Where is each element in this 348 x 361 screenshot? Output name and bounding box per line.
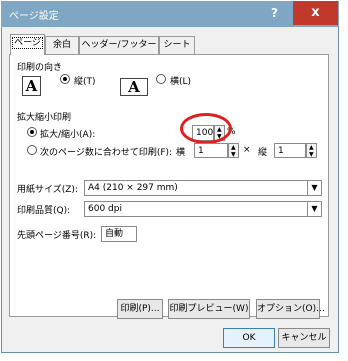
pages-tall-label: 縦	[258, 148, 268, 158]
print-quality-value: 600 dpi	[88, 204, 122, 214]
pages-wide-spinner[interactable]: ▲ ▼	[228, 143, 239, 158]
fit-to-label[interactable]: 次のページ数に合わせて印刷(F):	[40, 145, 172, 158]
spin-down-icon: ▼	[231, 151, 236, 158]
fit-to-radio[interactable]	[27, 145, 37, 155]
highlight-circle	[180, 113, 232, 144]
times-sign: ×	[243, 145, 251, 155]
window-title: ページ設定	[9, 11, 59, 22]
portrait-radio[interactable]	[60, 74, 70, 84]
tab-sheet[interactable]: シート	[159, 36, 195, 54]
chevron-down-icon: ▼	[307, 202, 321, 216]
landscape-label[interactable]: 横(L)	[170, 74, 191, 87]
portrait-icon: A	[22, 76, 41, 96]
adjust-to-label[interactable]: 拡大/縮小(A):	[40, 127, 95, 140]
spin-down-icon: ▼	[309, 151, 314, 158]
cancel-button[interactable]: キャンセル	[278, 328, 330, 348]
orientation-heading: 印刷の向き	[17, 63, 63, 73]
adjust-to-radio[interactable]	[27, 127, 37, 137]
first-page-number-input[interactable]: 自動	[101, 226, 137, 242]
pages-wide-input[interactable]: 1	[194, 143, 228, 158]
ok-button[interactable]: OK	[223, 328, 275, 348]
pages-wide-label: 横	[176, 148, 186, 158]
print-preview-button[interactable]: 印刷プレビュー(W)	[168, 299, 250, 319]
print-quality-dropdown[interactable]: 600 dpi ▼	[84, 201, 322, 217]
tab-header-footer-label: ヘッダー/フッター	[81, 40, 157, 50]
options-button[interactable]: オプション(O)...	[256, 299, 325, 319]
paper-size-dropdown[interactable]: A4 (210 × 297 mm) ▼	[84, 180, 322, 196]
tab-margins[interactable]: 余白	[45, 36, 79, 54]
tab-page[interactable]: ページ	[10, 34, 45, 55]
landscape-icon: A	[120, 78, 148, 96]
help-button[interactable]: ?	[258, 1, 291, 25]
close-button[interactable]: x	[293, 1, 338, 25]
pages-tall-input[interactable]: 1	[274, 143, 306, 158]
tab-sheet-label: シート	[163, 40, 191, 50]
tab-header-footer[interactable]: ヘッダー/フッター	[79, 36, 159, 54]
scaling-heading: 拡大縮小印刷	[17, 113, 72, 123]
paper-size-value: A4 (210 × 297 mm)	[88, 183, 178, 193]
tab-margins-label: 余白	[52, 40, 71, 50]
pages-tall-spinner[interactable]: ▲ ▼	[306, 143, 317, 158]
portrait-label[interactable]: 縦(T)	[74, 74, 96, 87]
print-quality-label: 印刷品質(Q):	[17, 206, 71, 216]
print-button[interactable]: 印刷(P)...	[117, 299, 163, 319]
landscape-radio[interactable]	[156, 74, 166, 84]
paper-size-label: 用紙サイズ(Z):	[17, 185, 78, 195]
chevron-down-icon: ▼	[307, 181, 321, 195]
first-page-number-label: 先頭ページ番号(R):	[17, 231, 97, 241]
tab-page-label: ページ	[12, 37, 43, 49]
